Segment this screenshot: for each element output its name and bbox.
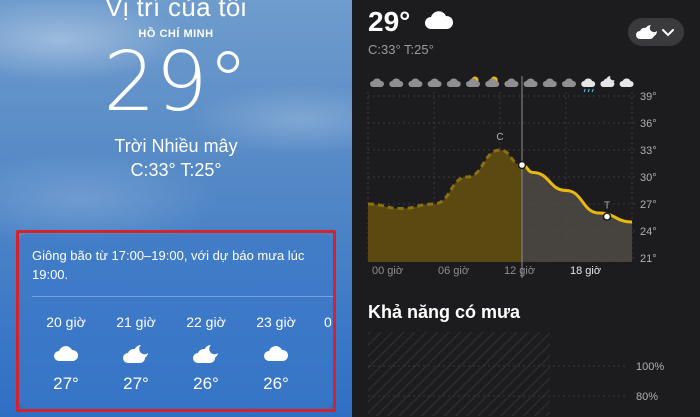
y-tick-label: 30°	[640, 172, 657, 184]
cloud-icon	[389, 78, 404, 87]
x-tick-label: 18 giờ	[570, 265, 601, 277]
low-marker-dot	[602, 212, 612, 221]
rain-y-tick: 80%	[636, 391, 658, 403]
chevron-down-icon	[662, 29, 674, 37]
y-tick-label: 36°	[640, 118, 657, 130]
x-tick-label: 06 giờ	[438, 265, 469, 277]
current-weather-panel: Vị trí của tôi HỒ CHÍ MINH 29° Trời Nhiề…	[0, 0, 352, 417]
x-axis-ticks: 00 giờ 06 giờ 12 giờ 18 giờ	[372, 265, 601, 277]
cloud-icon	[424, 10, 454, 35]
sun-cloud-icon	[466, 76, 480, 87]
temperature-area-future	[522, 165, 632, 262]
y-tick-label: 27°	[640, 199, 657, 211]
low-marker-label: T	[604, 201, 610, 212]
cloud-icon	[446, 78, 461, 87]
detail-high-low: C:33° T:25°	[368, 42, 434, 57]
moon-cloud-icon	[600, 76, 615, 87]
detail-panel: 29° C:33° T:25° C T 39° 36° 33° 30° 27° 24° 21…	[352, 0, 700, 417]
y-tick-label: 39°	[640, 91, 657, 103]
y-axis-ticks: 39° 36° 33° 30° 27° 24° 21°	[640, 91, 657, 265]
high-marker-label: C	[496, 132, 503, 143]
cloud-icon	[504, 78, 519, 87]
condition-menu-button[interactable]	[628, 18, 684, 46]
cloud-icon	[370, 78, 384, 87]
cloud-icon	[427, 78, 442, 87]
y-tick-label: 21°	[640, 253, 657, 265]
high-low-text: C:33° T:25°	[130, 160, 222, 180]
location-title: Vị trí của tôi	[105, 0, 247, 22]
current-temperature: 29°	[103, 35, 249, 130]
cloud-icon	[523, 78, 538, 87]
temperature-area-past	[368, 150, 522, 262]
now-indicator-dot	[517, 160, 527, 170]
moon-cloud-icon	[636, 25, 657, 39]
cloud-icon	[562, 78, 576, 87]
cloud-icon	[408, 78, 423, 87]
cloud-icon	[542, 78, 557, 87]
y-tick-label: 33°	[640, 145, 657, 157]
rain-chart-area	[368, 332, 550, 416]
cloud-icon	[619, 78, 634, 87]
sun-cloud-icon	[485, 76, 500, 87]
y-tick-label: 24°	[640, 226, 657, 238]
detail-temperature: 29°	[368, 6, 411, 37]
condition-text: Trời Nhiều mây	[114, 136, 238, 156]
highlight-frame	[16, 230, 336, 412]
x-tick-label: 00 giờ	[372, 265, 403, 277]
rain-cloud-icon	[581, 78, 596, 93]
hourly-icon-row	[370, 76, 634, 93]
x-tick-label: 12 giờ	[504, 265, 535, 277]
rain-section-title: Khả năng có mưa	[368, 302, 521, 322]
rain-y-tick: 100%	[636, 361, 664, 373]
temperature-chart: C T 39° 36° 33° 30° 27° 24° 21° 00 giờ 06 giờ 12…	[367, 76, 664, 416]
